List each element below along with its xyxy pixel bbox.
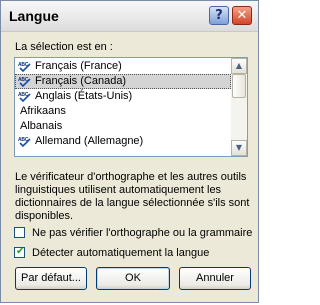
- no-check-label[interactable]: Ne pas vérifier l'orthographe ou la gram…: [32, 226, 252, 240]
- language-item[interactable]: Afrikaans: [15, 104, 231, 119]
- help-button[interactable]: ?: [209, 6, 229, 25]
- ok-button[interactable]: OK: [96, 267, 170, 290]
- language-label: Albanais: [20, 120, 63, 132]
- spellcheck-icon: ABC: [18, 135, 32, 148]
- auto-detect-box[interactable]: ✔: [14, 246, 25, 258]
- language-label: Allemand (Allemagne): [35, 135, 144, 147]
- scroll-thumb[interactable]: [232, 74, 246, 98]
- spellcheck-icon: ABC: [18, 90, 32, 103]
- language-label: Français (Canada): [35, 75, 127, 87]
- cancel-button[interactable]: Annuler: [179, 267, 251, 290]
- language-item[interactable]: ABC Français (France): [15, 59, 231, 74]
- language-label: Afrikaans: [20, 105, 66, 117]
- language-label: Anglais (États-Unis): [35, 90, 133, 102]
- close-button[interactable]: ✕: [232, 6, 252, 25]
- language-listbox[interactable]: ABC Français (France) ABC Français (Canada)…: [14, 57, 248, 157]
- language-item[interactable]: ABC Français (Canada): [15, 74, 231, 89]
- language-dialog: Langue ? ✕ La sélection est en : ABC Fran…: [0, 0, 259, 303]
- language-list: ABC Français (France) ABC Français (Canada)…: [15, 59, 231, 149]
- auto-detect-label[interactable]: Détecter automatiquement la langue: [32, 246, 209, 260]
- language-item[interactable]: ABC Anglais (États-Unis): [15, 89, 231, 104]
- no-check-box[interactable]: [14, 227, 25, 238]
- default-button[interactable]: Par défaut...: [15, 267, 87, 290]
- language-label: Français (France): [35, 60, 122, 72]
- language-item[interactable]: Albanais: [15, 119, 231, 134]
- title-bar: Langue ? ✕: [1, 1, 258, 32]
- checkmark-icon: ✔: [16, 246, 25, 257]
- language-item[interactable]: ABC Allemand (Allemagne): [15, 134, 231, 149]
- description-text: Le vérificateur d'orthographe et les aut…: [15, 171, 250, 222]
- scroll-up-button[interactable]: ▲: [231, 58, 247, 74]
- spellcheck-icon: ABC: [18, 60, 32, 73]
- dialog-title: Langue: [9, 8, 59, 24]
- selection-label: La sélection est en :: [15, 41, 113, 53]
- scroll-down-button[interactable]: ▼: [231, 140, 247, 156]
- listbox-scrollbar[interactable]: ▲ ▼: [231, 58, 247, 156]
- spellcheck-icon: ABC: [18, 75, 32, 88]
